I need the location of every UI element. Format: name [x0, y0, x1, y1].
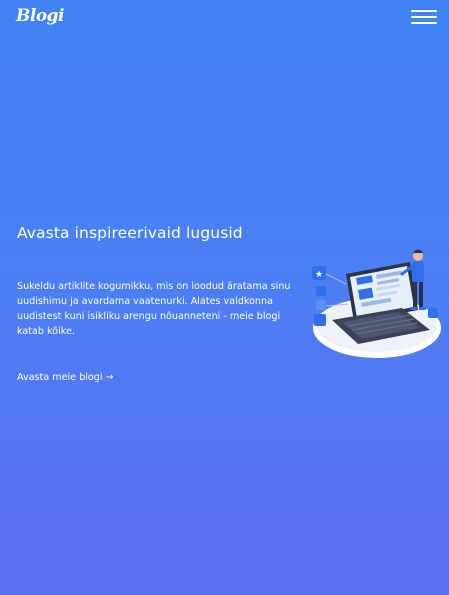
- explore-blog-link[interactable]: Avasta meie blogi →: [17, 372, 114, 383]
- logo[interactable]: Blogi: [16, 6, 65, 26]
- hamburger-menu-icon[interactable]: [411, 9, 437, 25]
- menu-bar: [411, 22, 437, 24]
- svg-text:★: ★: [315, 270, 323, 280]
- person-with-laptop-illustration: ★: [306, 244, 444, 364]
- hero-title: Avasta inspireerivaid lugusid: [17, 224, 243, 242]
- menu-bar: [411, 10, 437, 12]
- menu-bar: [411, 16, 437, 18]
- hero-description: Sukeldu artiklite kogumikku, mis on lood…: [17, 281, 291, 337]
- header: Blogi: [0, 0, 449, 40]
